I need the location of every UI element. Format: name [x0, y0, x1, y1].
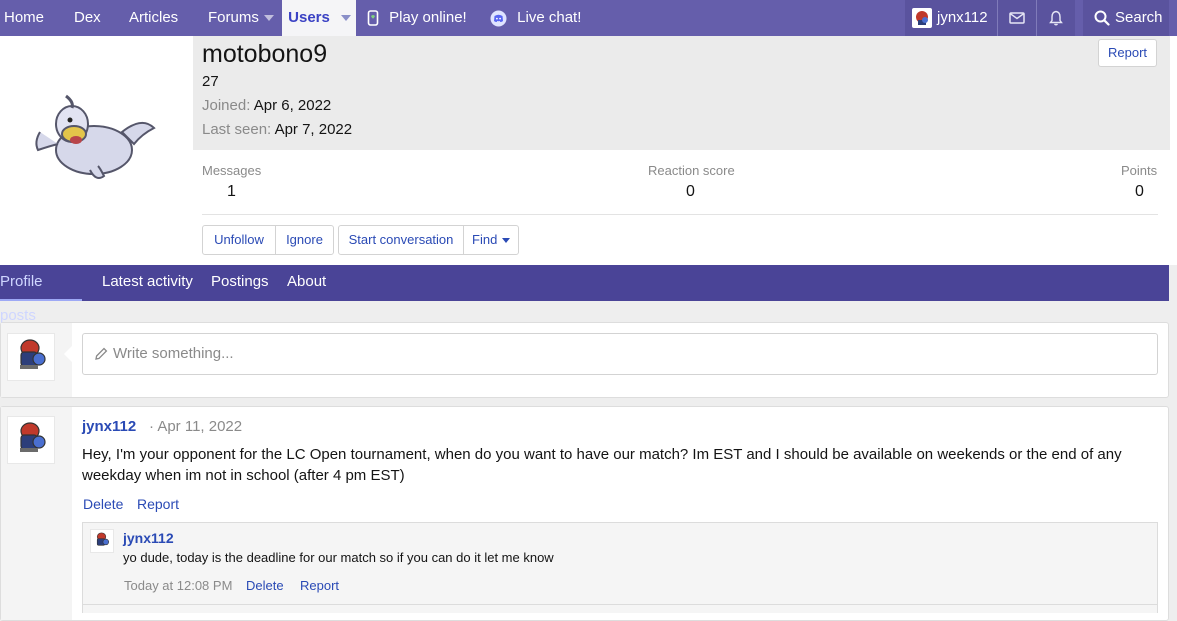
pokemon-sprite-icon	[96, 532, 109, 546]
reaction-score-value[interactable]: 0	[686, 183, 695, 201]
top-navigation: Home Dex Articles Forums Users Play onli…	[0, 0, 1177, 36]
pencil-icon	[95, 347, 108, 360]
follow-ignore-group: Unfollow Ignore	[202, 225, 334, 255]
start-conversation-button[interactable]: Start conversation	[339, 226, 463, 254]
phone-icon	[367, 10, 379, 26]
profile-age: 27	[202, 73, 219, 90]
report-comment-link[interactable]: Report	[300, 578, 339, 593]
profile-last-seen: Last seen: Apr 7, 2022	[202, 121, 352, 138]
nav-users[interactable]: Users	[282, 0, 336, 36]
caret-down-icon	[501, 237, 510, 243]
points-value[interactable]: 0	[1135, 183, 1144, 201]
comment-timestamp[interactable]: Today at 12:08 PM	[124, 578, 232, 593]
conversation-find-group: Start conversation Find	[338, 225, 519, 255]
alerts-button[interactable]	[1037, 0, 1075, 36]
pokemon-sprite-icon	[20, 422, 46, 452]
user-avatar	[912, 8, 932, 28]
post-body-text: Hey, I'm your opponent for the LC Open t…	[82, 446, 1122, 484]
tab-latest-activity[interactable]: Latest activity	[102, 265, 193, 301]
points-label: Points	[1121, 163, 1158, 178]
write-something-placeholder: Write something...	[113, 345, 234, 362]
messages-label: Messages	[202, 163, 262, 178]
reaction-score-label: Reaction score	[648, 163, 735, 178]
speech-pointer	[64, 344, 74, 364]
comment-author-link[interactable]: jynx112	[123, 530, 174, 546]
tab-about[interactable]: About	[287, 265, 326, 301]
post-author-avatar[interactable]	[7, 416, 55, 464]
tab-profile-posts[interactable]: Profile posts	[0, 265, 82, 324]
write-something-input[interactable]: Write something...	[82, 333, 1158, 375]
joined-value: Apr 6, 2022	[253, 97, 332, 114]
pokemon-sprite-icon	[916, 11, 928, 25]
post-author-link[interactable]: jynx112	[82, 418, 136, 435]
users-dropdown-icon[interactable]	[336, 0, 356, 36]
post-date-link[interactable]: · Apr 11, 2022	[149, 418, 242, 435]
profile-header	[0, 36, 1177, 265]
composer-avatar[interactable]	[7, 333, 55, 381]
messages-count[interactable]: 1	[227, 183, 236, 201]
report-profile-button[interactable]: Report	[1098, 39, 1157, 67]
nav-play-online[interactable]: Play online!	[367, 0, 467, 36]
live-chat-label: Live chat!	[517, 9, 582, 26]
find-dropdown-button[interactable]: Find	[464, 226, 518, 254]
ignore-button[interactable]: Ignore	[276, 226, 333, 254]
nav-dex[interactable]: Dex	[74, 0, 101, 36]
nav-live-chat[interactable]: Live chat!	[490, 0, 581, 36]
inbox-button[interactable]	[998, 0, 1036, 36]
report-post-link[interactable]: Report	[137, 496, 179, 512]
stats-divider	[202, 214, 1158, 215]
unfollow-button[interactable]: Unfollow	[203, 226, 275, 254]
last-seen-label: Last seen:	[202, 121, 272, 138]
profile-avatar-image	[35, 94, 156, 179]
comment-list	[82, 522, 1158, 613]
search-label: Search	[1115, 9, 1163, 26]
nav-forums[interactable]: Forums	[208, 0, 259, 36]
joined-label: Joined:	[202, 97, 251, 114]
comment-text: yo dude, today is the deadline for our m…	[123, 550, 554, 565]
account-menu[interactable]: jynx112	[905, 0, 997, 36]
forums-dropdown-icon[interactable]	[259, 0, 279, 36]
discord-icon	[490, 10, 507, 27]
nav-articles[interactable]: Articles	[129, 0, 178, 36]
envelope-icon	[1009, 12, 1025, 24]
search-icon	[1094, 10, 1110, 26]
find-label: Find	[472, 232, 498, 247]
profile-tabs: Profile posts Latest activity Postings A…	[0, 265, 1169, 324]
delete-post-link[interactable]: Delete	[83, 496, 123, 512]
nav-home[interactable]: Home	[4, 0, 44, 36]
comment-author-avatar[interactable]	[90, 529, 114, 553]
current-username: jynx112	[937, 9, 988, 26]
tab-postings[interactable]: Postings	[211, 265, 269, 301]
pokemon-sprite-icon	[20, 339, 46, 369]
delete-comment-link[interactable]: Delete	[246, 578, 284, 593]
bell-icon	[1049, 10, 1063, 26]
comment-divider	[82, 604, 1158, 605]
profile-joined: Joined: Apr 6, 2022	[202, 97, 331, 114]
play-online-label: Play online!	[389, 9, 467, 26]
profile-username: motobono9	[202, 40, 328, 68]
last-seen-value: Apr 7, 2022	[274, 121, 353, 138]
search-button[interactable]: Search	[1083, 0, 1169, 36]
